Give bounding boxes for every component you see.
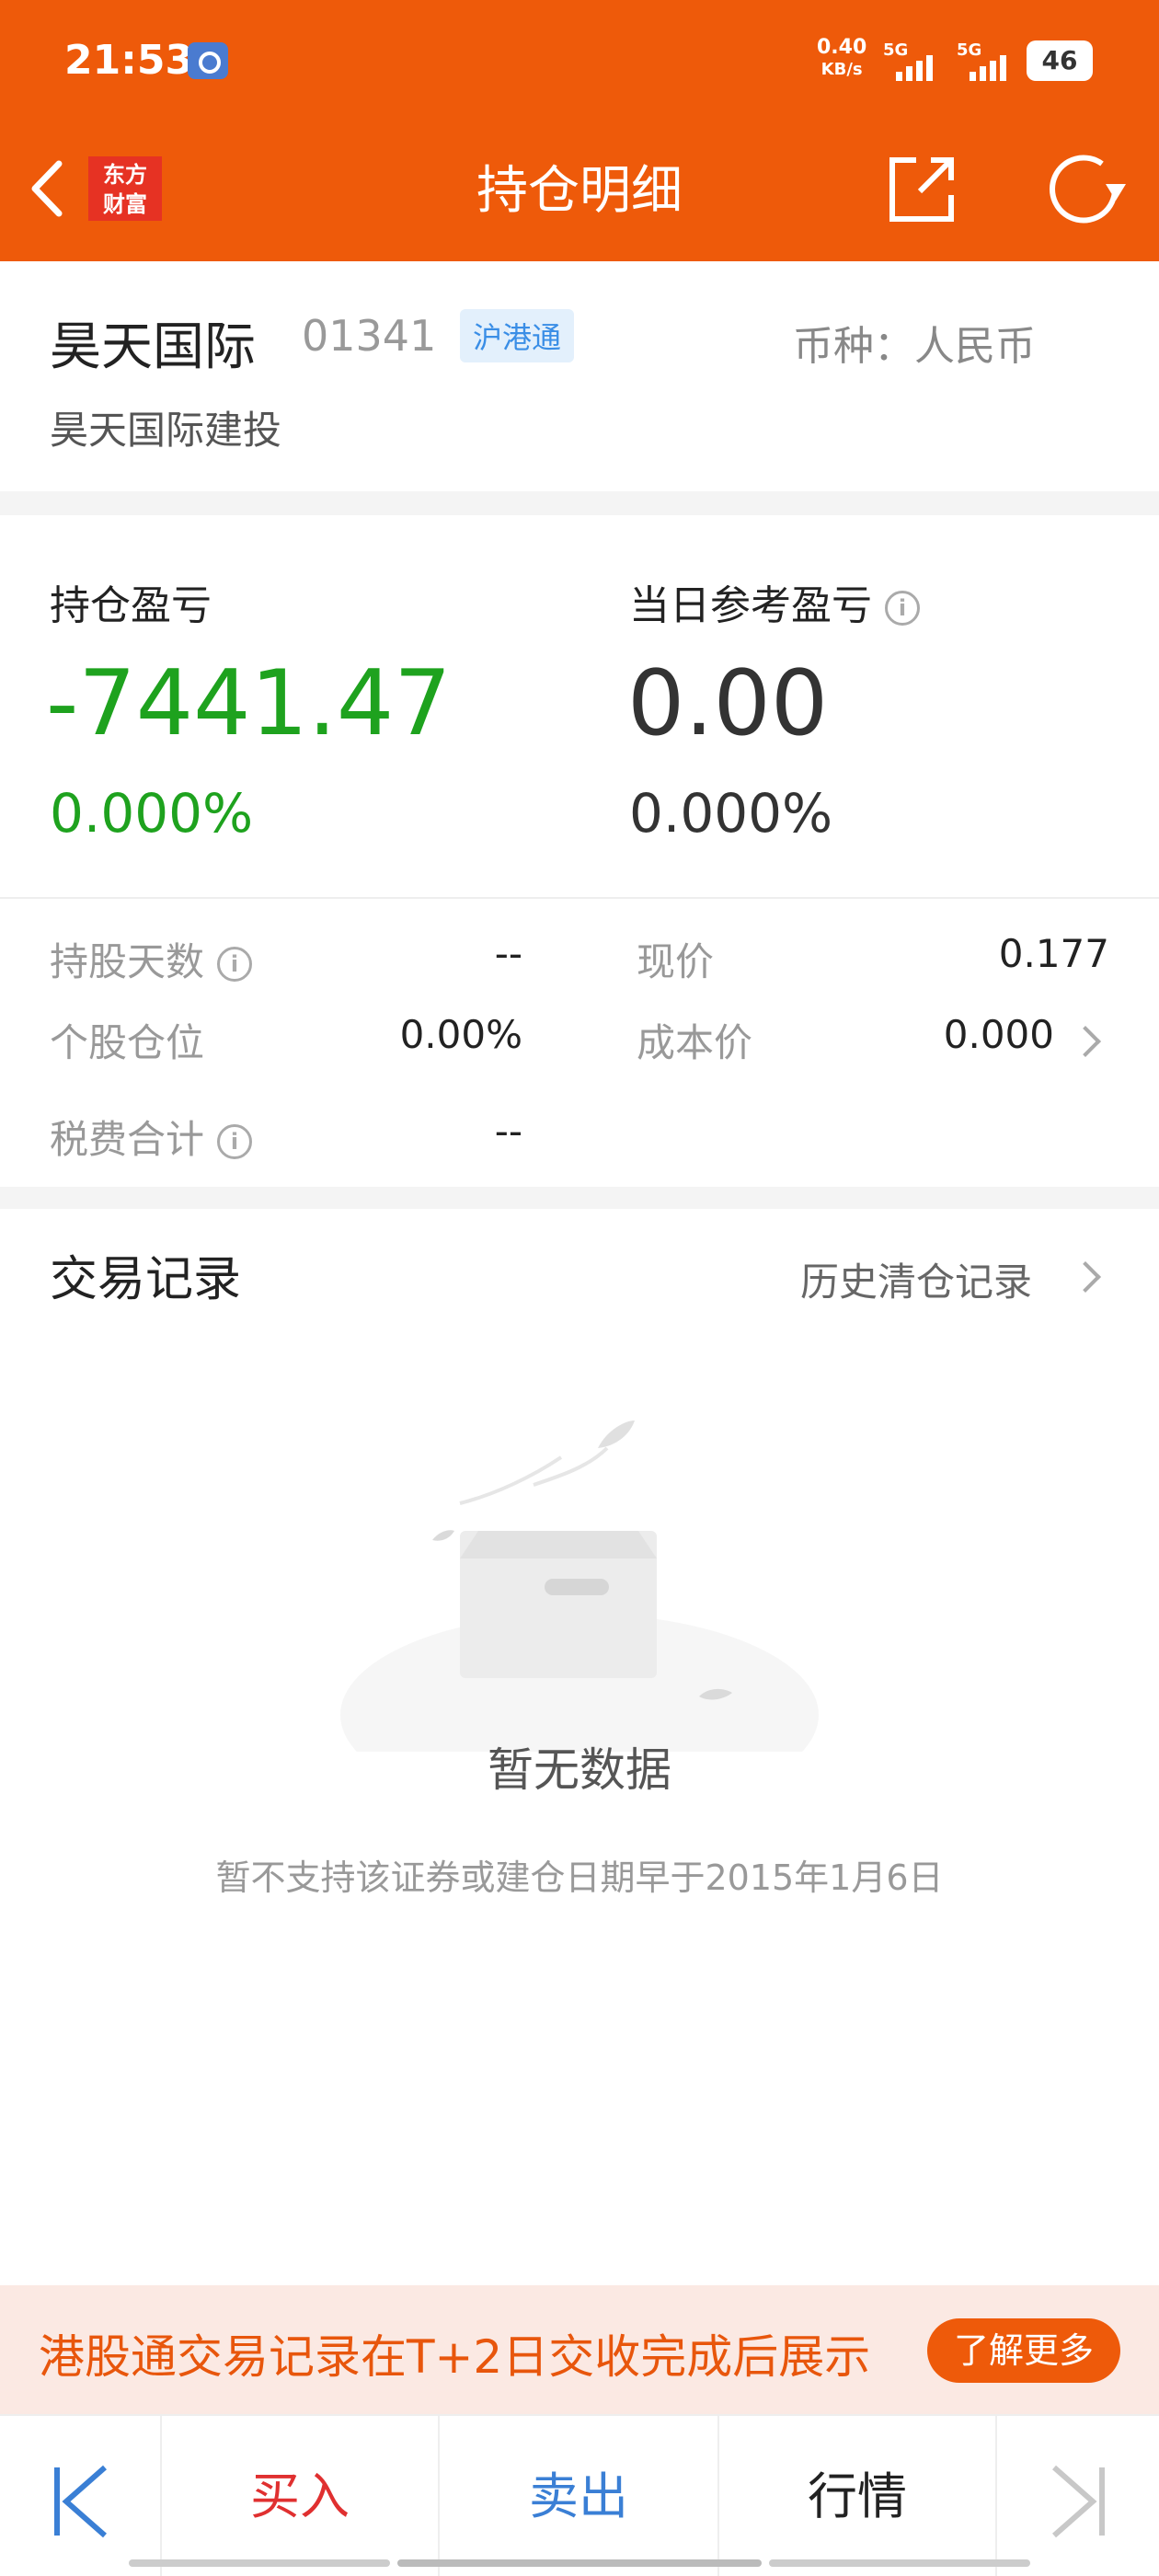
empty-subtitle: 暂不支持该证券或建仓日期早于2015年1月6日 bbox=[215, 1857, 944, 1898]
chevron-right-icon[interactable] bbox=[1070, 1261, 1101, 1293]
share-button[interactable] bbox=[885, 153, 958, 226]
scroll-indicator bbox=[129, 2559, 390, 2567]
daily-pl-label: 当日参考盈亏 bbox=[629, 582, 872, 629]
scroll-indicator bbox=[397, 2559, 762, 2567]
current-price-label: 现价 bbox=[637, 939, 715, 984]
empty-title: 暂无数据 bbox=[488, 1743, 671, 1797]
holding-days-value: -- bbox=[494, 931, 522, 976]
daily-pl-value: 0.00 bbox=[627, 651, 829, 756]
pl-card: 持仓盈亏 -7441.47 0.000% 当日参考盈亏 i 0.00 0.000%… bbox=[0, 515, 1159, 1187]
page-title: 持仓明细 bbox=[476, 161, 683, 221]
currency-label: 币种：人民币 bbox=[793, 323, 1036, 370]
quote-button[interactable]: 行情 bbox=[719, 2416, 995, 2576]
buy-button[interactable]: 买入 bbox=[162, 2416, 438, 2576]
notification-app-icon bbox=[188, 42, 228, 79]
tax-total-row: 税费合计 i bbox=[50, 1109, 253, 1165]
stock-full-name: 昊天国际建投 bbox=[50, 408, 282, 453]
tax-total-value: -- bbox=[494, 1109, 522, 1154]
bar-separator bbox=[995, 2416, 997, 2576]
notice-banner: 港股通交易记录在T+2日交收完成后展示 了解更多 bbox=[0, 2285, 1159, 2414]
sell-button[interactable]: 卖出 bbox=[440, 2416, 717, 2576]
holding-pl-value: -7441.47 bbox=[46, 651, 452, 756]
divider bbox=[0, 897, 1159, 899]
status-time: 21:53 bbox=[64, 37, 194, 84]
stock-info-card: 昊天国际 01341 沪港通 币种：人民币 昊天国际建投 bbox=[0, 261, 1159, 491]
chevron-right-icon[interactable] bbox=[1070, 1026, 1101, 1057]
stock-name: 昊天国际 bbox=[50, 317, 256, 377]
share-icon bbox=[889, 157, 954, 222]
connect-tag: 沪港通 bbox=[460, 309, 575, 362]
first-stock-button[interactable] bbox=[50, 2460, 114, 2543]
cost-price-label[interactable]: 成本价 bbox=[637, 1012, 752, 1068]
battery-icon: 46 bbox=[1027, 40, 1093, 81]
stock-code: 01341 bbox=[302, 311, 437, 361]
holding-days-row: 持股天数 i bbox=[50, 931, 253, 987]
section-gap bbox=[0, 1187, 1159, 1209]
signal-icon-sim1: 5G bbox=[883, 40, 947, 81]
info-icon[interactable]: i bbox=[217, 1124, 253, 1159]
net-speed-value: 0.40 bbox=[817, 36, 867, 59]
trade-records-header: 交易记录 历史清仓记录 bbox=[0, 1209, 1159, 1338]
signal-icon-sim2: 5G bbox=[957, 40, 1021, 81]
last-stock-button[interactable] bbox=[1045, 2460, 1109, 2543]
refresh-icon bbox=[1050, 155, 1126, 224]
history-clearance-link[interactable]: 历史清仓记录 bbox=[800, 1251, 1032, 1307]
trade-records-title: 交易记录 bbox=[50, 1252, 242, 1307]
bottom-action-bar: 买入 卖出 行情 bbox=[0, 2414, 1159, 2576]
holding-days-label: 持股天数 bbox=[50, 939, 205, 984]
info-icon[interactable]: i bbox=[885, 591, 920, 626]
holding-pl-percent: 0.000% bbox=[50, 782, 254, 845]
net-speed-unit: KB/s bbox=[820, 60, 863, 79]
net-speed: 0.40 KB/s bbox=[817, 37, 866, 81]
learn-more-button[interactable]: 了解更多 bbox=[927, 2318, 1120, 2383]
cost-price-value[interactable]: 0.000 bbox=[828, 1012, 1054, 1057]
banner-text: 港股通交易记录在T+2日交收完成后展示 bbox=[39, 2330, 871, 2384]
current-price-value: 0.177 bbox=[998, 931, 1109, 976]
section-gap bbox=[0, 491, 1159, 515]
empty-state: 暂无数据 暂不支持该证券或建仓日期早于2015年1月6日 bbox=[0, 1338, 1159, 2285]
empty-box-icon bbox=[340, 1420, 819, 1752]
position-ratio-label: 个股仓位 bbox=[50, 1020, 205, 1065]
daily-pl-percent: 0.000% bbox=[629, 782, 833, 845]
daily-pl-label-row: 当日参考盈亏 i bbox=[629, 572, 920, 631]
refresh-button[interactable] bbox=[1047, 153, 1130, 226]
position-ratio-value: 0.00% bbox=[399, 1012, 522, 1057]
app-header: 21:53 0.40 KB/s 5G 5G 46 东方 财富 持仓明细 bbox=[0, 0, 1159, 261]
skip-first-icon bbox=[54, 2465, 107, 2538]
scroll-indicator bbox=[769, 2559, 1030, 2567]
skip-last-icon bbox=[1052, 2465, 1105, 2538]
holding-pl-label: 持仓盈亏 bbox=[50, 582, 212, 629]
info-icon[interactable]: i bbox=[217, 947, 253, 982]
tax-total-label: 税费合计 bbox=[50, 1117, 205, 1162]
